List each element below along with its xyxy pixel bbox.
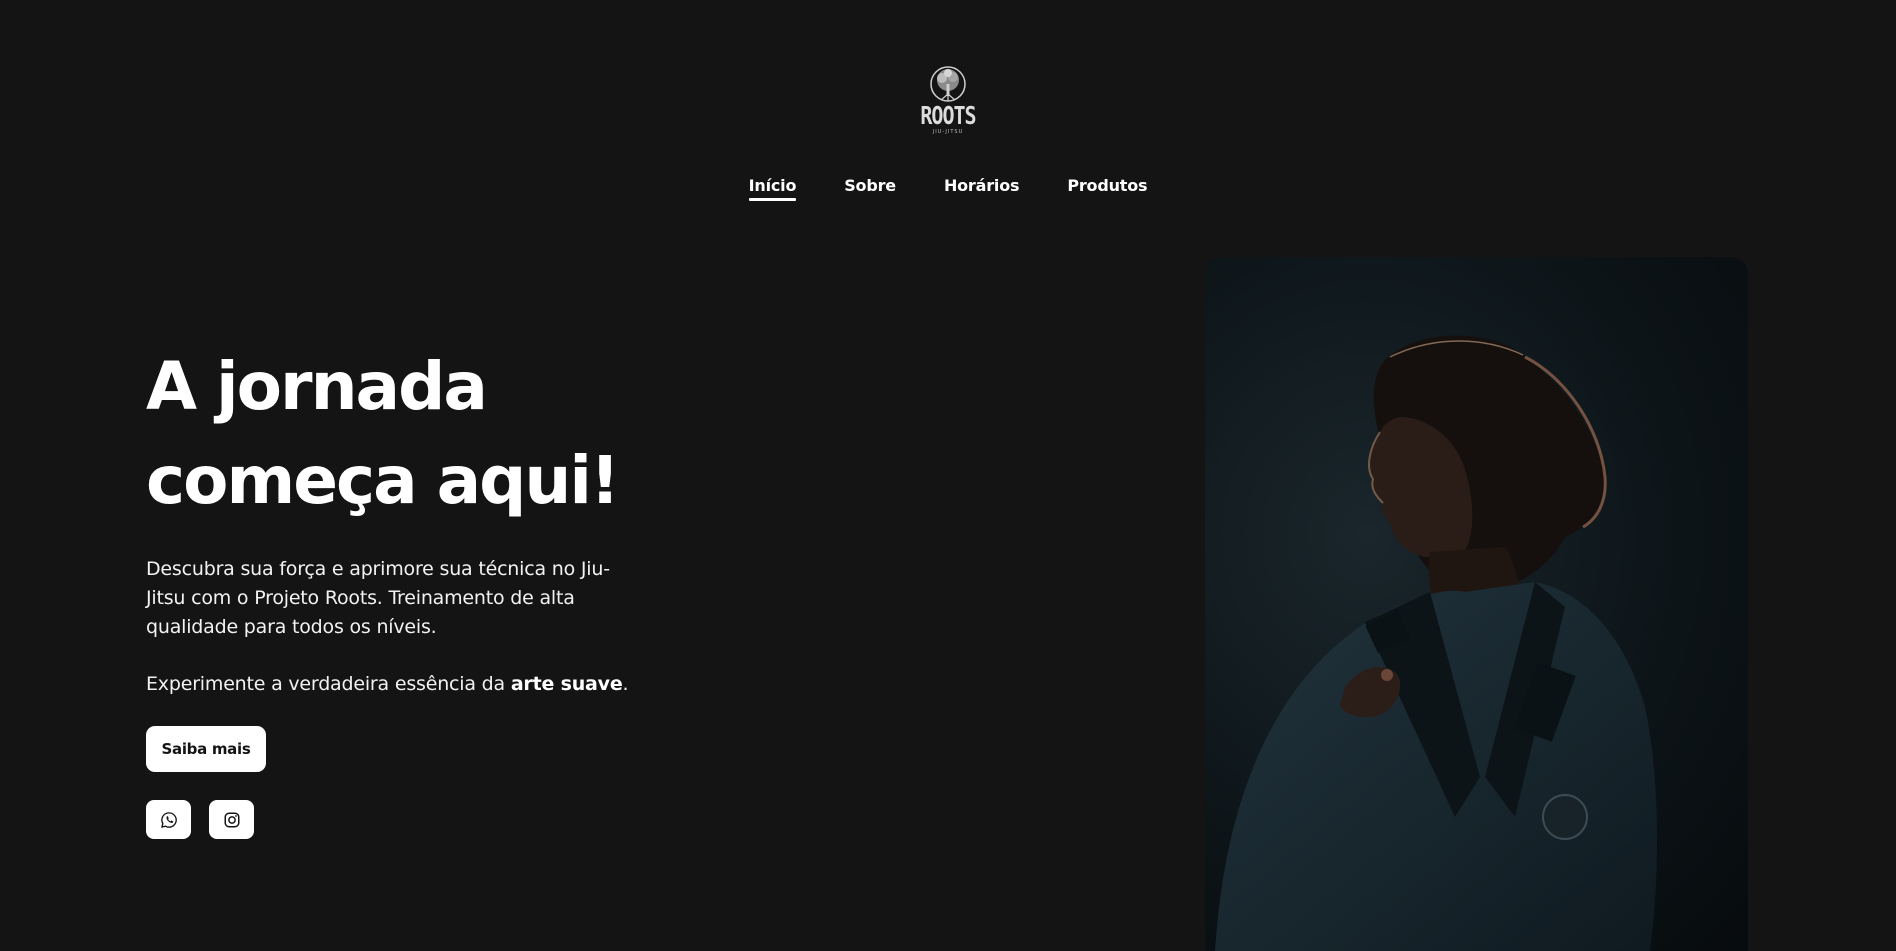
nav-item-sobre[interactable]: Sobre bbox=[844, 176, 896, 201]
athlete-illustration bbox=[1215, 335, 1657, 951]
whatsapp-button[interactable] bbox=[146, 800, 191, 839]
tagline-prefix: Experimente a verdadeira essência da bbox=[146, 673, 511, 695]
hero-photo bbox=[1205, 257, 1748, 951]
page: ROOTS JIU-JITSU Início Sobre Horários Pr… bbox=[0, 0, 1896, 951]
nav-item-produtos[interactable]: Produtos bbox=[1067, 176, 1147, 201]
brand-logo[interactable]: ROOTS JIU-JITSU bbox=[916, 64, 980, 140]
whatsapp-icon bbox=[160, 811, 177, 828]
nav-item-inicio[interactable]: Início bbox=[748, 176, 796, 201]
nav-item-horarios[interactable]: Horários bbox=[944, 176, 1020, 201]
hero-title: A jornada começa aqui! bbox=[146, 340, 746, 528]
hero-title-line2: começa aqui! bbox=[146, 442, 620, 519]
instagram-icon bbox=[224, 812, 239, 827]
instagram-button[interactable] bbox=[209, 800, 254, 839]
saiba-mais-button[interactable]: Saiba mais bbox=[146, 726, 266, 772]
hero-title-line1: A jornada bbox=[146, 348, 488, 425]
main-nav: Início Sobre Horários Produtos bbox=[0, 176, 1896, 201]
tagline-bold: arte suave bbox=[510, 673, 623, 695]
tree-icon bbox=[930, 66, 966, 102]
logo-wordmark: ROOTS bbox=[920, 100, 976, 130]
hero-tagline: Experimente a verdadeira essência da art… bbox=[146, 670, 706, 699]
tagline-suffix: . bbox=[622, 673, 629, 695]
hero-description: Descubra sua força e aprimore sua técnic… bbox=[146, 558, 610, 638]
